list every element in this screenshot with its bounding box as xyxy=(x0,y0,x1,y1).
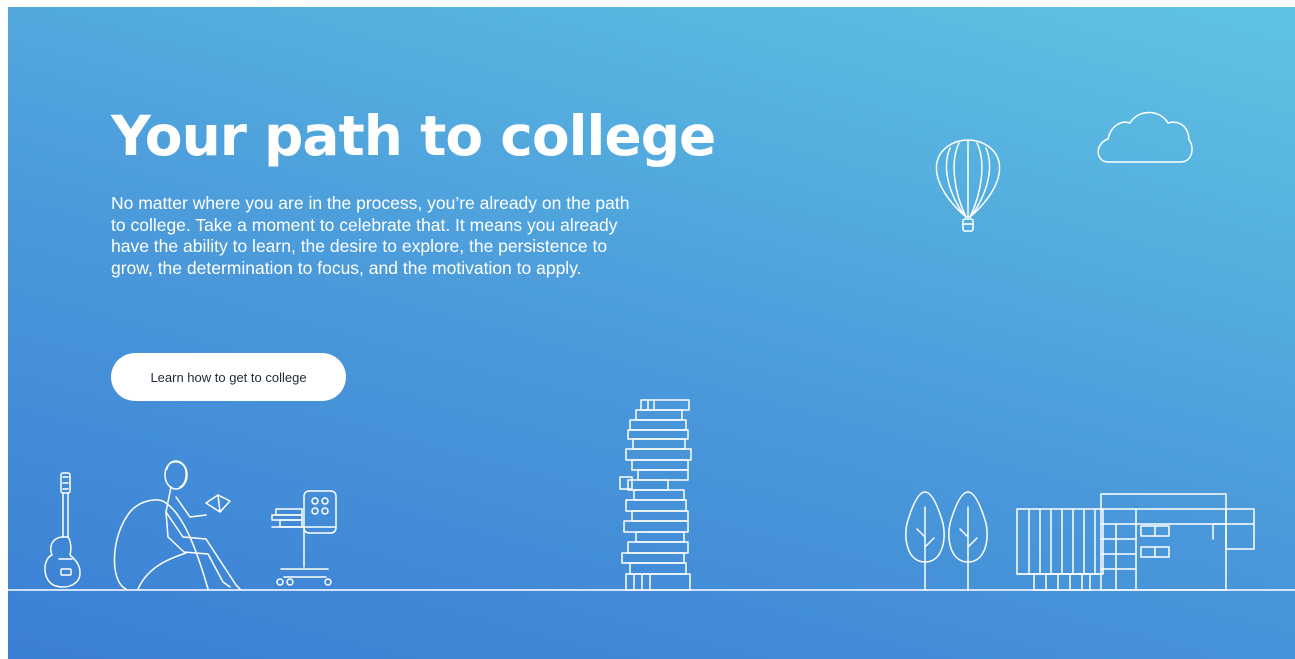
hero-section: Your path to college No matter where you… xyxy=(8,7,1295,659)
cloud-icon xyxy=(1097,111,1193,163)
tree-icon xyxy=(905,491,988,591)
college-building-icon xyxy=(1016,493,1255,591)
hot-air-balloon-icon xyxy=(935,139,1001,232)
desk-chair-icon xyxy=(271,490,337,586)
book-stack-icon xyxy=(619,399,692,591)
illustration-layer xyxy=(8,111,1295,591)
guitar-icon xyxy=(44,472,81,588)
person-reading-beanbag-icon xyxy=(113,460,241,590)
